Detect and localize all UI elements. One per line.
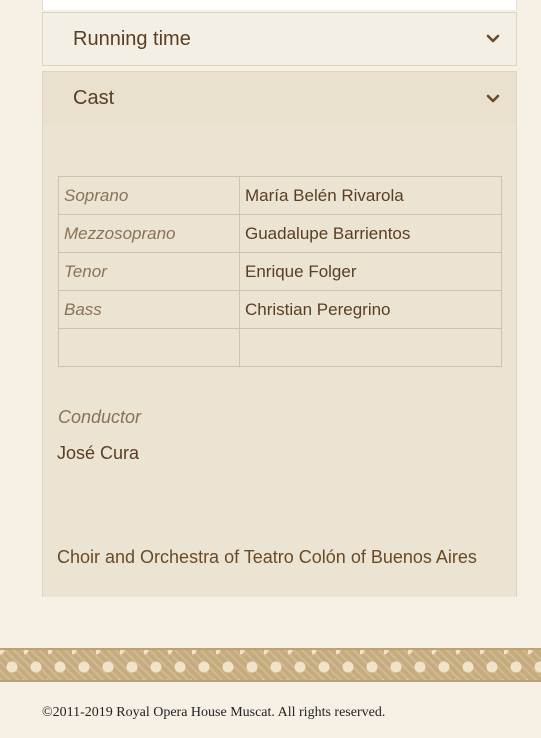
accordion-running-time[interactable]: Running time <box>42 12 517 66</box>
cast-role: Tenor <box>58 252 240 291</box>
chevron-down-icon[interactable] <box>484 30 502 48</box>
chevron-down-icon[interactable] <box>484 90 502 108</box>
cast-table: Soprano María Belén Rivarola Mezzosopran… <box>58 176 502 367</box>
cast-name: María Belén Rivarola <box>239 176 502 215</box>
footer-copyright: ©2011-2019 Royal Opera House Muscat. All… <box>42 705 386 720</box>
cast-name: Enrique Folger <box>239 252 502 291</box>
cast-panel: Soprano María Belén Rivarola Mezzosopran… <box>42 125 517 597</box>
decorative-border <box>0 648 541 682</box>
table-row: Soprano María Belén Rivarola <box>58 176 502 215</box>
cast-name: Guadalupe Barrientos <box>239 214 502 253</box>
conductor-label: Conductor <box>58 407 142 427</box>
table-row: Bass Christian Peregrino <box>58 290 502 329</box>
cast-name: Christian Peregrino <box>239 290 502 329</box>
cast-role: Bass <box>58 290 240 329</box>
table-row <box>58 328 502 367</box>
cast-role: Mezzosoprano <box>58 214 240 253</box>
table-row: Tenor Enrique Folger <box>58 252 502 291</box>
cast-role: Soprano <box>58 176 240 215</box>
cast-role <box>58 328 240 367</box>
accordion-cast[interactable]: Cast <box>42 71 517 125</box>
table-row: Mezzosoprano Guadalupe Barrientos <box>58 214 502 253</box>
conductor-name: José Cura <box>57 443 140 463</box>
cast-name <box>239 328 502 367</box>
accordion-running-time-label: Running time <box>73 27 191 50</box>
ensemble-name: Choir and Orchestra of Teatro Colón of B… <box>57 547 477 567</box>
accordion-cast-label: Cast <box>73 87 115 109</box>
top-content-strip <box>42 0 517 10</box>
